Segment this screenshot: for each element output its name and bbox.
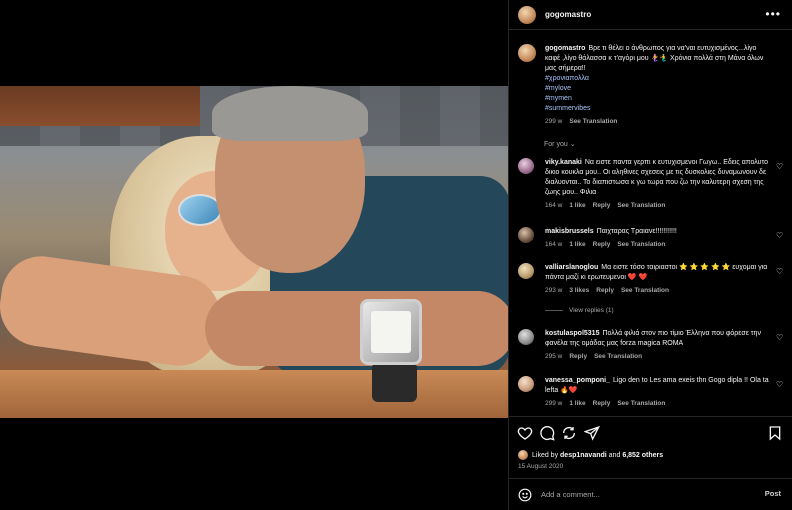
comment-username[interactable]: valliarslanoglou — [545, 264, 598, 271]
comment-likes[interactable]: 1 like — [569, 241, 585, 248]
heart-icon[interactable] — [517, 425, 533, 441]
photo-man-arm — [205, 291, 508, 366]
avatar[interactable] — [518, 329, 534, 345]
liked-by-and: and — [608, 451, 621, 459]
avatar[interactable] — [518, 263, 534, 279]
avatar[interactable] — [518, 376, 534, 392]
avatar[interactable] — [518, 5, 536, 24]
liked-by-prefix: Liked by — [532, 451, 559, 459]
comment-time[interactable]: 299 w — [545, 400, 562, 407]
comment-input[interactable] — [541, 490, 741, 499]
send-icon[interactable] — [584, 425, 600, 441]
comments-list[interactable]: gogomastro Βρε τι θέλει ο άνθρωπος για να… — [509, 30, 792, 416]
comment-likes[interactable]: 1 like — [569, 202, 585, 209]
photo-table — [0, 370, 508, 418]
photo-watch — [360, 299, 422, 365]
comment-likes[interactable]: 3 likes — [569, 287, 589, 294]
liked-by-user[interactable]: desp1navandi — [560, 452, 607, 459]
caption-time[interactable]: 299 w — [545, 118, 562, 125]
reply-button[interactable]: Reply — [593, 400, 611, 407]
hashtag-link[interactable]: #mylove — [545, 84, 771, 94]
view-replies-button[interactable]: View replies (1) — [545, 307, 614, 314]
post-date[interactable]: 15 August 2020 — [518, 463, 563, 470]
reply-button[interactable]: Reply — [593, 202, 611, 209]
avatar[interactable] — [518, 227, 534, 243]
comment-username[interactable]: makisbrussels — [545, 228, 594, 235]
hashtag-link[interactable]: #χρονιαπολλα — [545, 74, 771, 84]
see-translation-link[interactable]: See Translation — [594, 353, 642, 360]
reply-button[interactable]: Reply — [596, 287, 614, 294]
liked-by: Liked by desp1navandi and 6,852 others — [518, 450, 663, 460]
comment-icon[interactable] — [539, 425, 555, 441]
post-actions: Liked by desp1navandi and 6,852 others 1… — [509, 416, 792, 478]
more-horizontal-icon[interactable]: ••• — [765, 7, 781, 21]
heart-icon[interactable]: ♡ — [776, 163, 784, 171]
post-side-panel: gogomastro ••• gogomastro Βρε τι θέλει ο … — [508, 0, 792, 510]
photo-wood-panel — [0, 86, 200, 126]
post-photo[interactable] — [0, 86, 508, 418]
emoji-icon[interactable] — [518, 488, 532, 502]
see-translation-link[interactable]: See Translation — [569, 118, 617, 125]
see-translation-link[interactable]: See Translation — [617, 202, 665, 209]
liked-by-others[interactable]: 6,852 others — [622, 452, 663, 459]
hashtag-link[interactable]: #mymen — [545, 94, 771, 104]
reply-button[interactable]: Reply — [593, 241, 611, 248]
comment-username[interactable]: vanessa_pomponi_ — [545, 377, 610, 384]
photo-watch-strap — [372, 362, 417, 402]
share-icon[interactable] — [561, 425, 577, 441]
for-you-sort-button[interactable]: For you ⌄ — [544, 140, 576, 148]
comment-text: Παιχταρας Τραιανε!!!!!!!!!!! — [596, 228, 677, 235]
see-translation-link[interactable]: See Translation — [617, 241, 665, 248]
comment-time[interactable]: 164 w — [545, 202, 562, 209]
reply-button[interactable]: Reply — [569, 353, 587, 360]
comment-time[interactable]: 164 w — [545, 241, 562, 248]
see-translation-link[interactable]: See Translation — [621, 287, 669, 294]
heart-icon[interactable]: ♡ — [776, 232, 784, 240]
post-header: gogomastro ••• — [509, 0, 792, 30]
chevron-down-icon: ⌄ — [569, 141, 576, 148]
heart-icon[interactable]: ♡ — [776, 334, 784, 342]
hashtag-link[interactable]: #summervibes — [545, 104, 771, 114]
bookmark-icon[interactable] — [767, 425, 783, 441]
header-username[interactable]: gogomastro — [545, 10, 591, 19]
post-media-area — [0, 0, 508, 510]
add-comment-bar: Post — [509, 478, 792, 510]
comment-username[interactable]: viky.kanaki — [545, 159, 582, 166]
caption-username[interactable]: gogomastro — [545, 45, 585, 52]
comment-time[interactable]: 293 w — [545, 287, 562, 294]
avatar[interactable] — [518, 450, 528, 460]
avatar[interactable] — [518, 44, 536, 62]
for-you-label: For you — [544, 141, 568, 148]
photo-man-hair — [212, 86, 368, 141]
avatar[interactable] — [518, 158, 534, 174]
heart-icon[interactable]: ♡ — [776, 268, 784, 276]
view-replies-label: View replies (1) — [569, 307, 614, 314]
see-translation-link[interactable]: See Translation — [617, 400, 665, 407]
heart-icon[interactable]: ♡ — [776, 381, 784, 389]
post-button[interactable]: Post — [765, 489, 781, 498]
comment-time[interactable]: 295 w — [545, 353, 562, 360]
comment-likes[interactable]: 1 like — [569, 400, 585, 407]
comment-username[interactable]: kostulaspol5315 — [545, 330, 599, 337]
